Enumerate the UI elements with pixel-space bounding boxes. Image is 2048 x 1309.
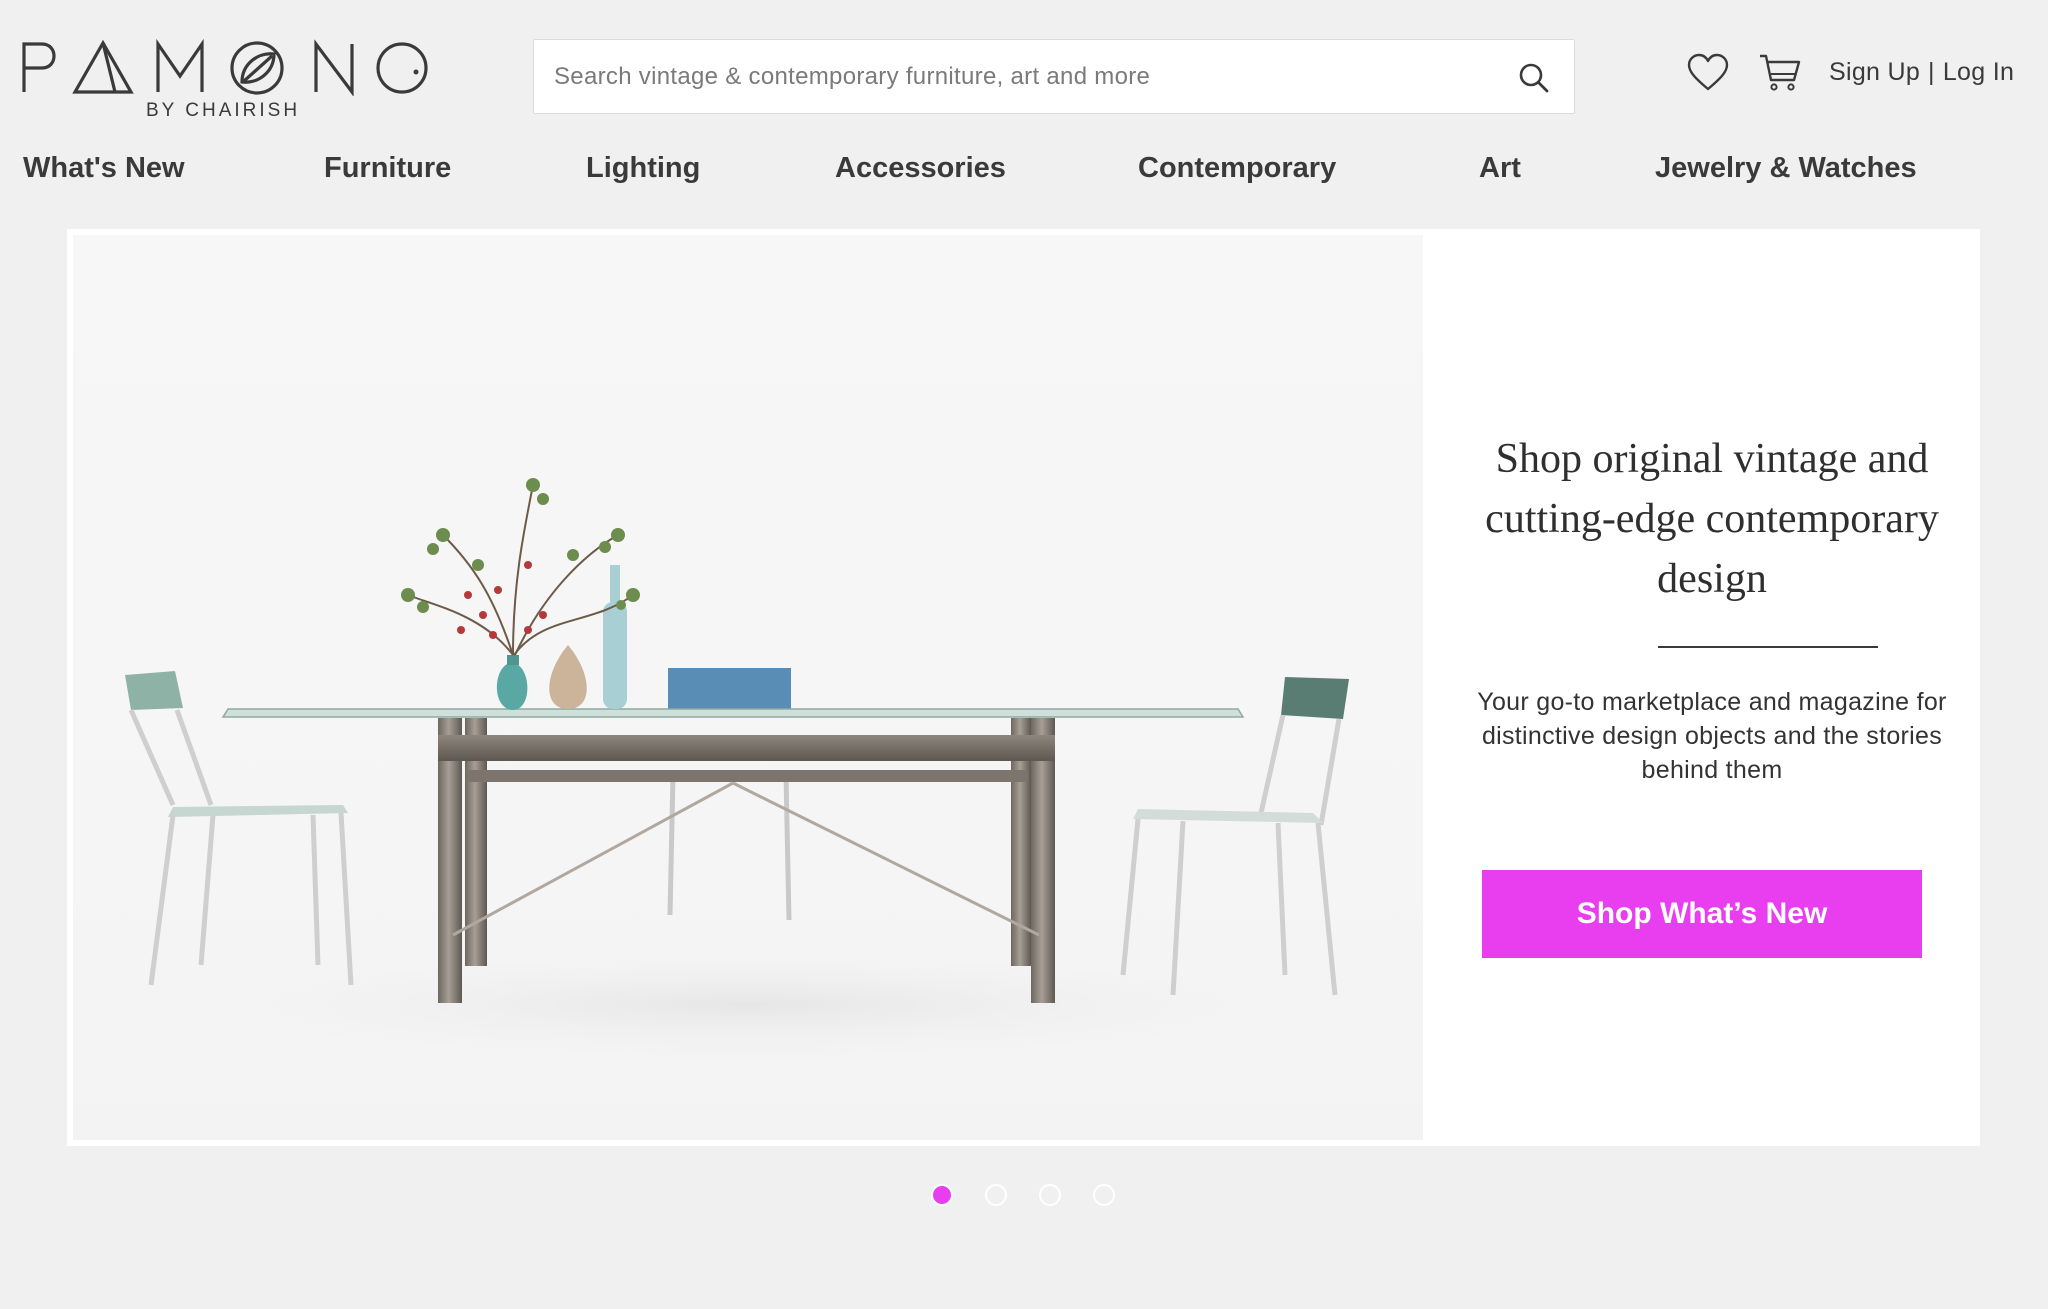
sign-up-link[interactable]: Sign Up [1829,58,1920,86]
nav-item-furniture[interactable]: Furniture [324,152,451,185]
search-icon[interactable] [1516,60,1552,96]
carousel-dot-1[interactable] [931,1184,953,1206]
carousel-dot-3[interactable] [1039,1184,1061,1206]
heart-icon[interactable] [1686,53,1730,93]
hero-subtitle: Your go-to marketplace and magazine for … [1477,688,1947,784]
hero-image[interactable] [73,235,1423,1140]
carousel-dot-2[interactable] [985,1184,1007,1206]
nav-item-accessories[interactable]: Accessories [835,152,1006,185]
pamono-logo[interactable]: BY CHAIRISH [20,36,430,126]
hero-divider [1658,646,1878,648]
search-input[interactable] [554,40,1514,113]
nav-item-whats-new[interactable]: What's New [23,152,185,185]
nav-item-lighting[interactable]: Lighting [586,152,700,185]
auth-separator: | [1928,58,1935,86]
nav-item-contemporary[interactable]: Contemporary [1138,152,1336,185]
log-in-link[interactable]: Log In [1943,58,2014,86]
logo-tagline: BY CHAIRISH [146,100,301,121]
nav-item-jewelry-watches[interactable]: Jewelry & Watches [1655,152,1917,185]
hero-title: Shop original vintage and cutting-edge c… [1485,436,1939,602]
nav-item-art[interactable]: Art [1479,152,1521,185]
cart-icon[interactable] [1758,52,1802,92]
pamono-wordmark [22,38,428,96]
auth-links: Sign Up | Log In [1829,58,2014,87]
hero-copy: Shop original vintage and cutting-edge c… [1477,229,1947,1146]
carousel-dot-4[interactable] [1093,1184,1115,1206]
search-bar [533,39,1575,114]
main-nav: What's New Furniture Lighting Accessorie… [0,152,2048,192]
shop-whats-new-button[interactable]: Shop What’s New [1482,870,1922,958]
hero-banner: Shop original vintage and cutting-edge c… [67,229,1980,1146]
